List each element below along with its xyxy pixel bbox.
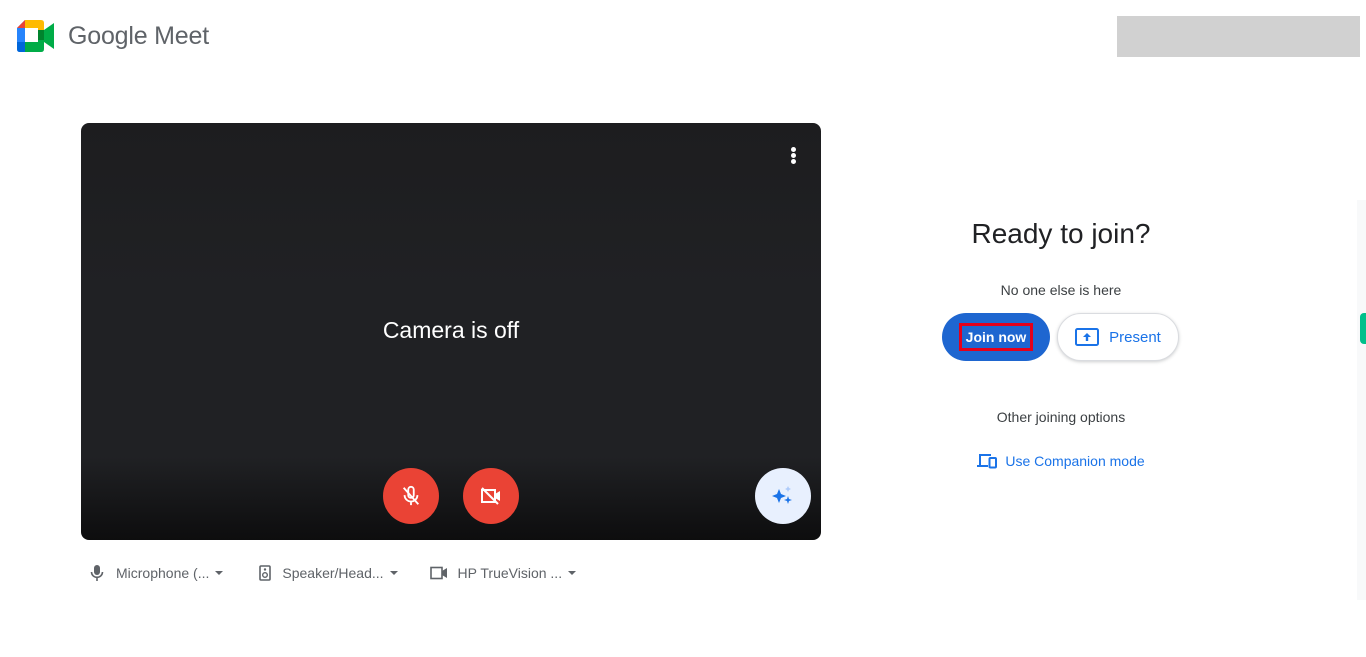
speaker-select[interactable]: Speaker/Head...	[256, 564, 398, 582]
devices-icon	[977, 453, 998, 469]
other-joining-options-title: Other joining options	[996, 409, 1126, 425]
side-panel-edge	[1357, 200, 1366, 600]
participants-status: No one else is here	[1000, 282, 1122, 298]
chevron-down-icon	[389, 571, 398, 575]
present-to-all-icon	[1075, 328, 1100, 346]
ready-to-join-title: Ready to join?	[971, 218, 1151, 249]
camera-select[interactable]: HP TrueVision ...	[429, 564, 577, 582]
companion-mode-link[interactable]: Use Companion mode	[935, 453, 1187, 469]
speaker-icon	[256, 564, 274, 582]
account-area-redacted	[1117, 16, 1360, 57]
present-label: Present	[1109, 328, 1161, 346]
more-vert-icon	[783, 147, 803, 164]
google-meet-logo[interactable]: Google Meet	[17, 20, 209, 52]
chevron-down-icon	[568, 571, 577, 575]
microphone-label: Microphone (...	[116, 565, 210, 581]
side-panel-tab[interactable]	[1360, 313, 1366, 344]
google-meet-logo-icon	[17, 20, 54, 52]
more-options-button[interactable]	[783, 147, 803, 167]
join-panel: Ready to join? No one else is here Join …	[935, 214, 1187, 469]
microphone-icon	[88, 564, 106, 582]
visual-effects-button[interactable]	[755, 468, 811, 524]
mic-off-icon	[402, 485, 420, 506]
videocam-icon	[429, 564, 448, 582]
companion-mode-label: Use Companion mode	[1005, 453, 1145, 469]
app-name: Google Meet	[68, 21, 209, 50]
join-now-button[interactable]: Join now	[942, 313, 1050, 361]
speaker-label: Speaker/Head...	[282, 565, 384, 581]
sparkle-effects-icon	[772, 486, 792, 504]
video-preview: Camera is off	[81, 123, 821, 540]
camera-status-text: Camera is off	[382, 317, 520, 343]
microphone-toggle-button[interactable]	[383, 468, 439, 524]
microphone-select[interactable]: Microphone (...	[88, 564, 224, 582]
camera-toggle-button[interactable]	[463, 468, 519, 524]
device-selectors: Microphone (... Speaker/Head... HP TrueV…	[88, 560, 604, 586]
present-button[interactable]: Present	[1057, 313, 1179, 361]
camera-label: HP TrueVision ...	[457, 565, 563, 581]
join-actions: Join now Present	[942, 313, 1179, 361]
header: Google Meet	[0, 0, 1366, 76]
chevron-down-icon	[215, 571, 224, 575]
join-now-label: Join now	[958, 323, 1034, 351]
videocam-off-icon	[481, 487, 500, 505]
